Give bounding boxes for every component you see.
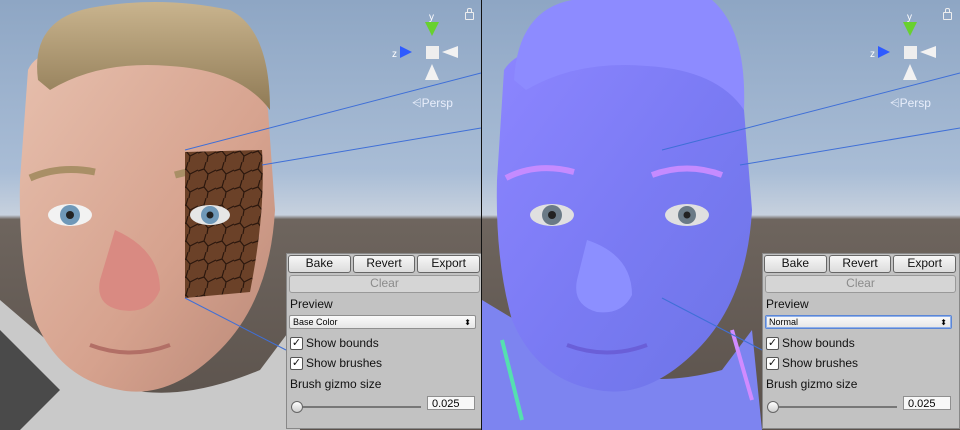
show-bounds-checkbox[interactable]: ✓ [290,336,303,350]
bake-panel-right: Bake Revert Export Clear Preview Normal … [762,253,960,429]
persp-arrow-icon: ⩤ [890,96,900,110]
brush-gizmo-size-field[interactable]: 0.025 [427,396,475,410]
show-brushes-row[interactable]: ✓ Show brushes [766,355,858,371]
scene-view-left[interactable]: y z ⩤Persp Bake Revert Export Clear Prev… [0,0,481,430]
export-button[interactable]: Export [893,255,957,273]
revert-button[interactable]: Revert [352,255,416,273]
show-brushes-checkbox[interactable]: ✓ [766,356,779,370]
bake-button[interactable]: Bake [764,255,827,273]
brush-gizmo-size-label: Brush gizmo size [290,377,382,391]
show-brushes-label: Show brushes [782,356,859,370]
slider-track [291,406,421,408]
clear-button[interactable]: Clear [289,275,480,293]
lock-icon[interactable] [943,8,952,20]
gizmo-z-label: z [392,49,397,60]
brush-gizmo-size-field[interactable]: 0.025 [903,396,951,410]
preview-value: Base Color [293,317,338,327]
persp-text: Persp [421,96,453,110]
clear-button[interactable]: Clear [765,275,956,293]
brush-gizmo-size-label: Brush gizmo size [766,377,858,391]
preview-label: Preview [290,297,333,311]
persp-text: Persp [899,96,931,110]
dropdown-arrow-icon: ⬍ [940,318,947,327]
show-bounds-row[interactable]: ✓ Show bounds [766,335,855,351]
gizmo-y-label: y [907,12,912,23]
gizmo-y-label: y [429,12,434,23]
scene-view-right[interactable]: y z ⩤Persp Bake Revert Export Clear Prev… [482,0,960,430]
orientation-gizmo-right[interactable]: y z [870,12,936,80]
show-brushes-checkbox[interactable]: ✓ [290,356,303,370]
preview-select[interactable]: Normal ⬍ [765,315,952,329]
persp-arrow-icon: ⩤ [412,96,422,110]
preview-select[interactable]: Base Color ⬍ [289,315,476,329]
show-bounds-row[interactable]: ✓ Show bounds [290,335,379,351]
show-bounds-checkbox[interactable]: ✓ [766,336,779,350]
perspective-label[interactable]: ⩤Persp [890,96,931,111]
revert-button[interactable]: Revert [828,255,892,273]
show-bounds-label: Show bounds [306,336,379,350]
slider-track [767,406,897,408]
brush-gizmo-size-slider[interactable] [767,401,897,413]
slider-thumb[interactable] [291,401,303,413]
dropdown-arrow-icon: ⬍ [464,318,471,327]
lock-icon[interactable] [465,8,474,20]
orientation-gizmo-left[interactable]: y z [392,12,458,80]
gizmo-z-label: z [870,49,875,60]
bake-button[interactable]: Bake [288,255,351,273]
export-button[interactable]: Export [417,255,481,273]
bake-panel-left: Bake Revert Export Clear Preview Base Co… [286,253,481,429]
slider-thumb[interactable] [767,401,779,413]
show-brushes-label: Show brushes [306,356,383,370]
preview-label: Preview [766,297,809,311]
perspective-label[interactable]: ⩤Persp [412,96,453,111]
preview-value: Normal [769,317,799,327]
show-brushes-row[interactable]: ✓ Show brushes [290,355,382,371]
editor-root: y z ⩤Persp Bake Revert Export Clear Prev… [0,0,960,430]
show-bounds-label: Show bounds [782,336,855,350]
brush-gizmo-size-slider[interactable] [291,401,421,413]
